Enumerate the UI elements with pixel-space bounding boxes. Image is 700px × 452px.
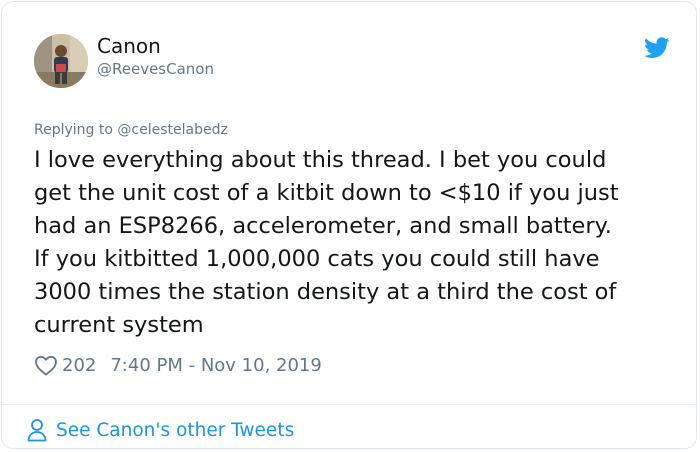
see-other-tweets-link[interactable]: See Canon's other Tweets [26, 416, 294, 444]
tweet-text-line: I love everything about this thread. I b… [34, 147, 607, 173]
reply-mention-link[interactable]: @celestelabedz [117, 122, 227, 138]
tweet-timestamp[interactable]: 7:40 PM - Nov 10, 2019 [110, 355, 321, 376]
user-name[interactable]: Canon [97, 34, 161, 58]
tweet-card: Canon @ReevesCanon Replying to @celestel… [1, 1, 697, 449]
divider [2, 404, 696, 405]
heart-icon[interactable] [34, 354, 58, 376]
tweet-meta: 202 7:40 PM - Nov 10, 2019 [34, 352, 322, 378]
tweet-text-line: 3000 times the station density at a thir… [34, 279, 617, 305]
tweet-text-line: current system [34, 312, 204, 338]
avatar-photo [34, 34, 88, 88]
twitter-bird-icon[interactable] [644, 37, 670, 59]
replying-to-label: Replying to [34, 122, 113, 138]
avatar[interactable] [34, 34, 88, 88]
replying-to: Replying to @celestelabedz [34, 122, 228, 138]
person-icon [27, 419, 47, 442]
like-count[interactable]: 202 [62, 355, 96, 376]
tweet-text: I love everything about this thread. I b… [34, 144, 674, 342]
see-other-tweets-label[interactable]: See Canon's other Tweets [56, 420, 294, 441]
tweet-text-line: get the unit cost of a kitbit down to <$… [34, 180, 619, 206]
tweet-text-line: had an ESP8266, accelerometer, and small… [34, 213, 612, 239]
tweet-text-line: If you kitbitted 1,000,000 cats you coul… [34, 246, 600, 272]
user-handle[interactable]: @ReevesCanon [97, 60, 214, 78]
